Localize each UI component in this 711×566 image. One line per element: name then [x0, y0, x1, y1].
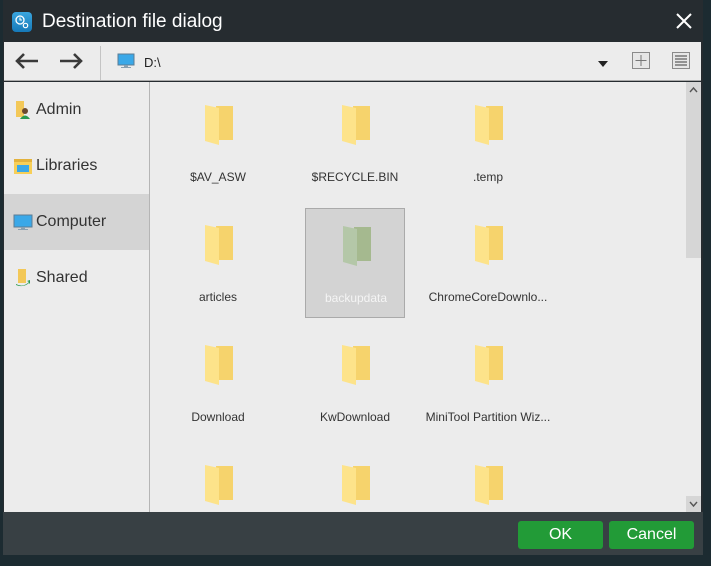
folder-icon: [205, 105, 233, 145]
close-icon: [676, 13, 692, 29]
sidebar-item-label: Admin: [36, 101, 82, 118]
file-item[interactable]: ChromeCoreDownlo...: [429, 208, 547, 318]
view-mode-button[interactable]: [672, 52, 690, 69]
path-field[interactable]: D:\: [144, 55, 161, 70]
dialog-footer: OK Cancel: [3, 512, 703, 555]
sidebar-item-libraries[interactable]: Libraries: [4, 138, 149, 194]
file-name: $RECYCLE.BIN: [311, 170, 399, 184]
libraries-icon: [14, 159, 32, 174]
forward-button[interactable]: [57, 50, 85, 72]
file-item[interactable]: MiniTool Partition Wiz...: [426, 328, 550, 438]
file-item[interactable]: [305, 448, 405, 512]
new-folder-button[interactable]: [632, 52, 650, 69]
plus-icon: [635, 55, 647, 66]
folder-icon: [475, 465, 503, 505]
close-button[interactable]: [673, 10, 695, 32]
scroll-down-button[interactable]: [686, 496, 701, 512]
file-name: articles: [198, 290, 237, 304]
folder-icon: [205, 225, 233, 265]
toolbar: D:\: [4, 42, 701, 81]
destination-file-dialog: Destination file dialog D:\ Admin Librar…: [3, 0, 703, 555]
file-item[interactable]: [438, 448, 538, 512]
file-name: backupdata: [324, 291, 388, 305]
file-name: $AV_ASW: [190, 170, 246, 184]
computer-icon: [13, 214, 33, 230]
file-name: MiniTool Partition Wiz...: [425, 410, 551, 424]
back-button[interactable]: [13, 50, 41, 72]
toolbar-separator: [100, 46, 101, 80]
list-view-icon: [675, 55, 687, 66]
scroll-up-button[interactable]: [686, 82, 701, 98]
dialog-title: Destination file dialog: [42, 11, 223, 32]
file-item[interactable]: $AV_ASW: [168, 88, 268, 198]
user-folder-icon: [16, 101, 30, 119]
file-name: ChromeCoreDownlo...: [428, 290, 548, 304]
sidebar-item-computer[interactable]: Computer: [4, 194, 149, 250]
arrow-right-icon: [60, 53, 83, 69]
folder-icon: [475, 345, 503, 385]
chevron-down-icon: [689, 501, 698, 508]
folder-icon: [342, 345, 370, 385]
folder-icon: [342, 105, 370, 145]
ok-button[interactable]: OK: [518, 521, 603, 549]
computer-icon: [117, 53, 135, 68]
scroll-thumb[interactable]: [686, 98, 701, 258]
sidebar-item-label: Libraries: [36, 157, 98, 174]
folder-icon: [205, 345, 233, 385]
triangle-down-icon: [598, 61, 608, 67]
file-item[interactable]: KwDownload: [305, 328, 405, 438]
vertical-scrollbar[interactable]: [686, 82, 701, 512]
shared-folder-icon: [16, 269, 30, 287]
file-name: Download: [191, 410, 245, 424]
file-name: KwDownload: [319, 410, 391, 424]
folder-icon: [475, 105, 503, 145]
cancel-button[interactable]: Cancel: [609, 521, 694, 549]
file-item[interactable]: articles: [168, 208, 268, 318]
file-item[interactable]: Download: [168, 328, 268, 438]
file-grid: $AV_ASW $RECYCLE.BIN .temp articles backupda…: [150, 82, 686, 512]
file-item[interactable]: backupdata: [305, 208, 405, 318]
file-item[interactable]: [168, 448, 268, 512]
folder-icon: [205, 465, 233, 505]
folder-icon: [343, 226, 371, 266]
title-bar: Destination file dialog: [3, 0, 703, 42]
sidebar-item-label: Shared: [36, 269, 88, 286]
folder-icon: [342, 465, 370, 505]
sidebar-item-label: Computer: [36, 213, 107, 230]
chevron-up-icon: [689, 86, 698, 93]
file-item[interactable]: .temp: [438, 88, 538, 198]
sidebar-item-admin[interactable]: Admin: [4, 82, 149, 138]
sidebar-item-shared[interactable]: Shared: [4, 250, 149, 306]
app-backup-icon: [12, 12, 32, 32]
sidebar: Admin Libraries Computer Shared: [4, 82, 150, 512]
path-dropdown-button[interactable]: [596, 56, 610, 67]
file-name: .temp: [472, 170, 503, 184]
file-item[interactable]: $RECYCLE.BIN: [305, 88, 405, 198]
arrow-left-icon: [15, 53, 38, 69]
folder-icon: [475, 225, 503, 265]
